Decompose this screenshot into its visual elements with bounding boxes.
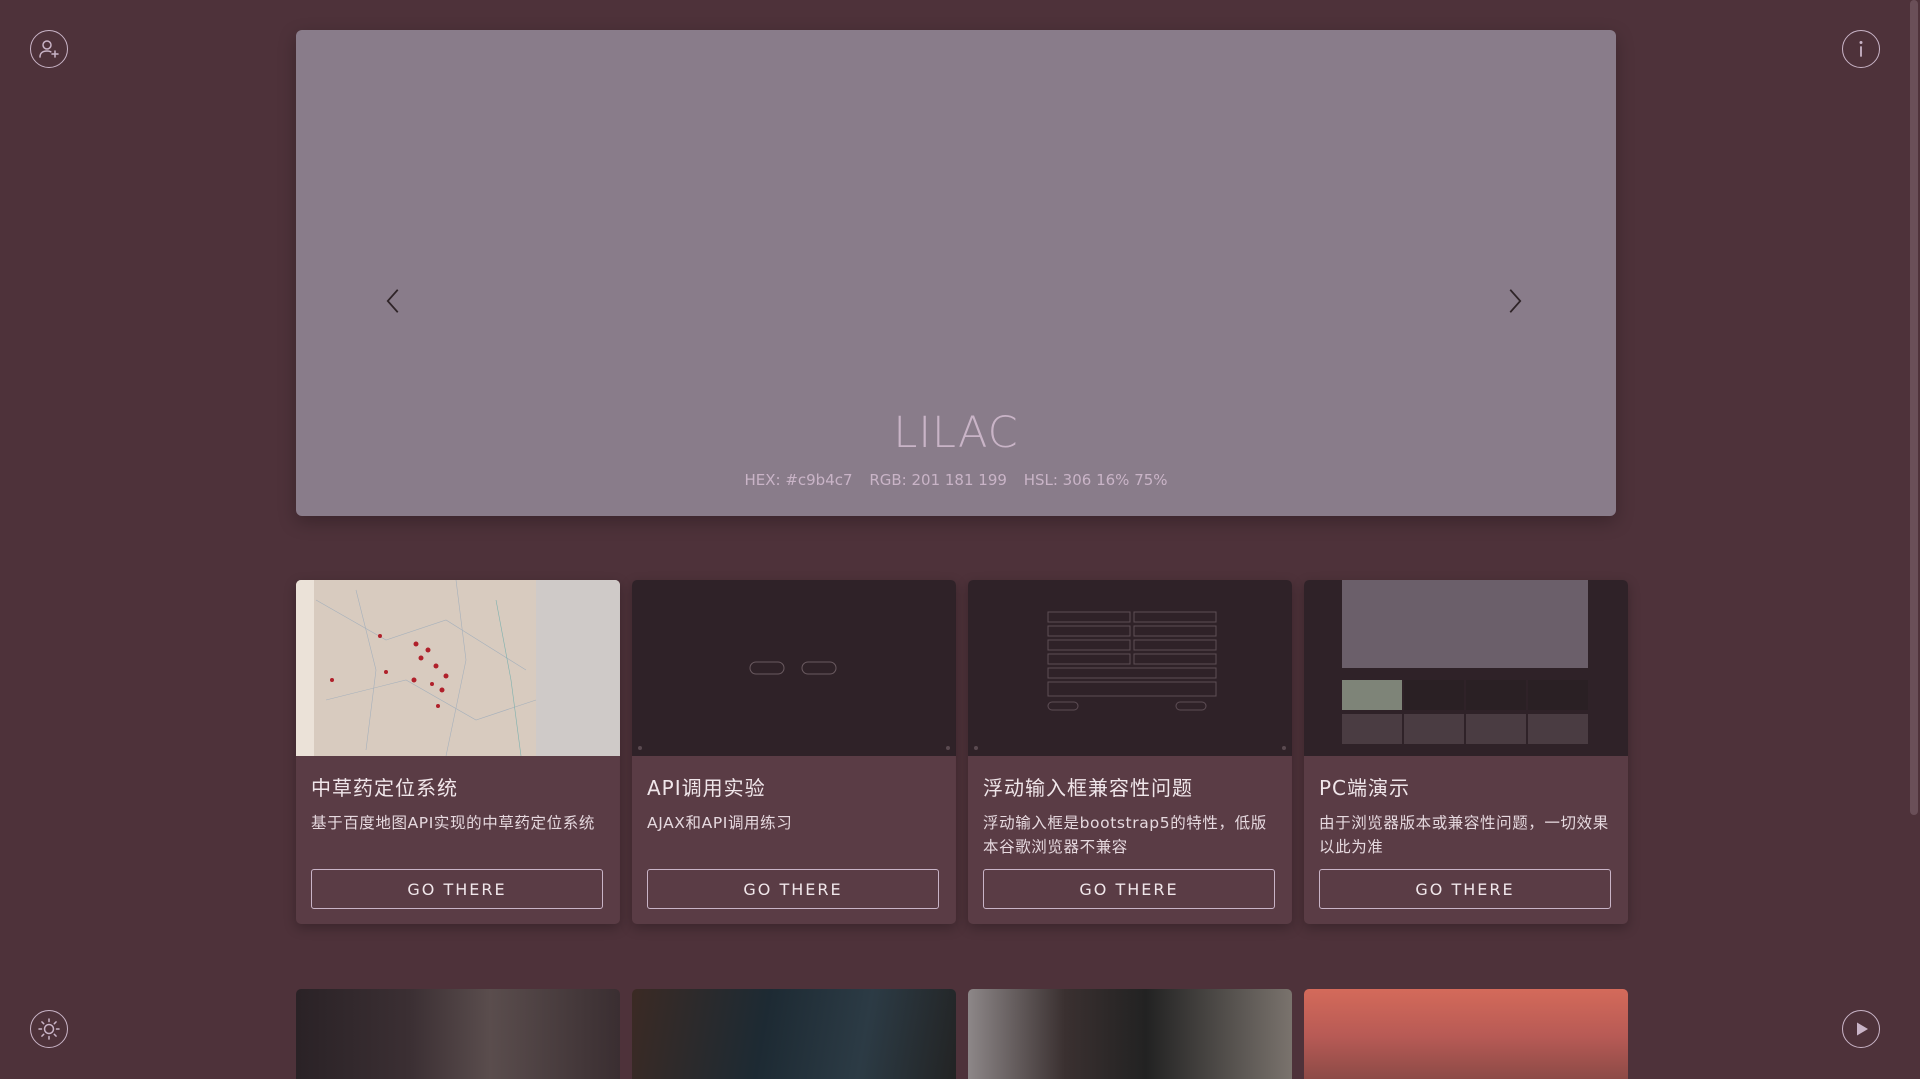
- project-card: 中草药定位系统 基于百度地图API实现的中草药定位系统 GO THERE: [296, 580, 620, 924]
- go-there-button[interactable]: GO THERE: [647, 869, 939, 909]
- project-card: PC端演示 由于浏览器版本或兼容性问题，一切效果以此为准 GO THERE: [1304, 580, 1628, 924]
- color-rgb: RGB: 201 181 199: [869, 471, 1007, 489]
- gallery-photo[interactable]: [296, 989, 620, 1079]
- page-scrollbar[interactable]: [1904, 0, 1920, 1079]
- color-name: LILAC: [893, 408, 1019, 458]
- info-button[interactable]: [1842, 30, 1880, 68]
- go-there-button[interactable]: GO THERE: [1319, 869, 1611, 909]
- gallery-photo[interactable]: [632, 989, 956, 1079]
- project-description: 浮动输入框是bootstrap5的特性，低版本谷歌浏览器不兼容: [983, 814, 1267, 856]
- play-icon: [1857, 1022, 1868, 1036]
- color-hsl: HSL: 306 16% 75%: [1023, 471, 1168, 489]
- project-title: 中草药定位系统: [311, 776, 458, 800]
- user-add-button[interactable]: [30, 30, 68, 68]
- sun-icon: [38, 1018, 60, 1040]
- project-title: API调用实验: [647, 776, 766, 800]
- project-thumbnail: [296, 580, 620, 756]
- project-description: 由于浏览器版本或兼容性问题，一切效果以此为准: [1319, 814, 1609, 856]
- user-add-icon: [39, 40, 59, 58]
- color-carousel: LILAC HEX: #c9b4c7 RGB: 201 181 199 HSL:…: [296, 30, 1616, 516]
- page: LILAC HEX: #c9b4c7 RGB: 201 181 199 HSL:…: [0, 0, 1920, 1079]
- go-there-button[interactable]: GO THERE: [311, 869, 603, 909]
- project-thumbnail: [1304, 580, 1628, 756]
- project-cards: 中草药定位系统 基于百度地图API实现的中草药定位系统 GO THERE API…: [296, 580, 1628, 924]
- project-thumbnail: [968, 580, 1292, 756]
- chevron-right-icon: [1509, 289, 1522, 313]
- carousel-next-button[interactable]: [1496, 283, 1532, 319]
- project-title: PC端演示: [1319, 776, 1411, 800]
- music-play-button[interactable]: [1842, 1010, 1880, 1048]
- photo-gallery: [296, 989, 1628, 1079]
- gallery-photo[interactable]: [1304, 989, 1628, 1079]
- project-card: 浮动输入框兼容性问题 浮动输入框是bootstrap5的特性，低版本谷歌浏览器不…: [968, 580, 1292, 924]
- project-card: API调用实验 AJAX和API调用练习 GO THERE: [632, 580, 956, 924]
- project-title: 浮动输入框兼容性问题: [983, 776, 1193, 800]
- color-values: HEX: #c9b4c7 RGB: 201 181 199 HSL: 306 1…: [296, 471, 1616, 489]
- chevron-left-icon: [386, 289, 399, 313]
- scrollbar-thumb[interactable]: [1910, 0, 1918, 815]
- go-there-button[interactable]: GO THERE: [983, 869, 1275, 909]
- gallery-photo[interactable]: [968, 989, 1292, 1079]
- project-thumbnail: [632, 580, 956, 756]
- info-icon: [1859, 41, 1863, 57]
- project-description: 基于百度地图API实现的中草药定位系统: [311, 814, 595, 832]
- color-hex: HEX: #c9b4c7: [744, 471, 853, 489]
- theme-toggle-button[interactable]: [30, 1010, 68, 1048]
- project-description: AJAX和API调用练习: [647, 814, 793, 832]
- carousel-prev-button[interactable]: [376, 283, 412, 319]
